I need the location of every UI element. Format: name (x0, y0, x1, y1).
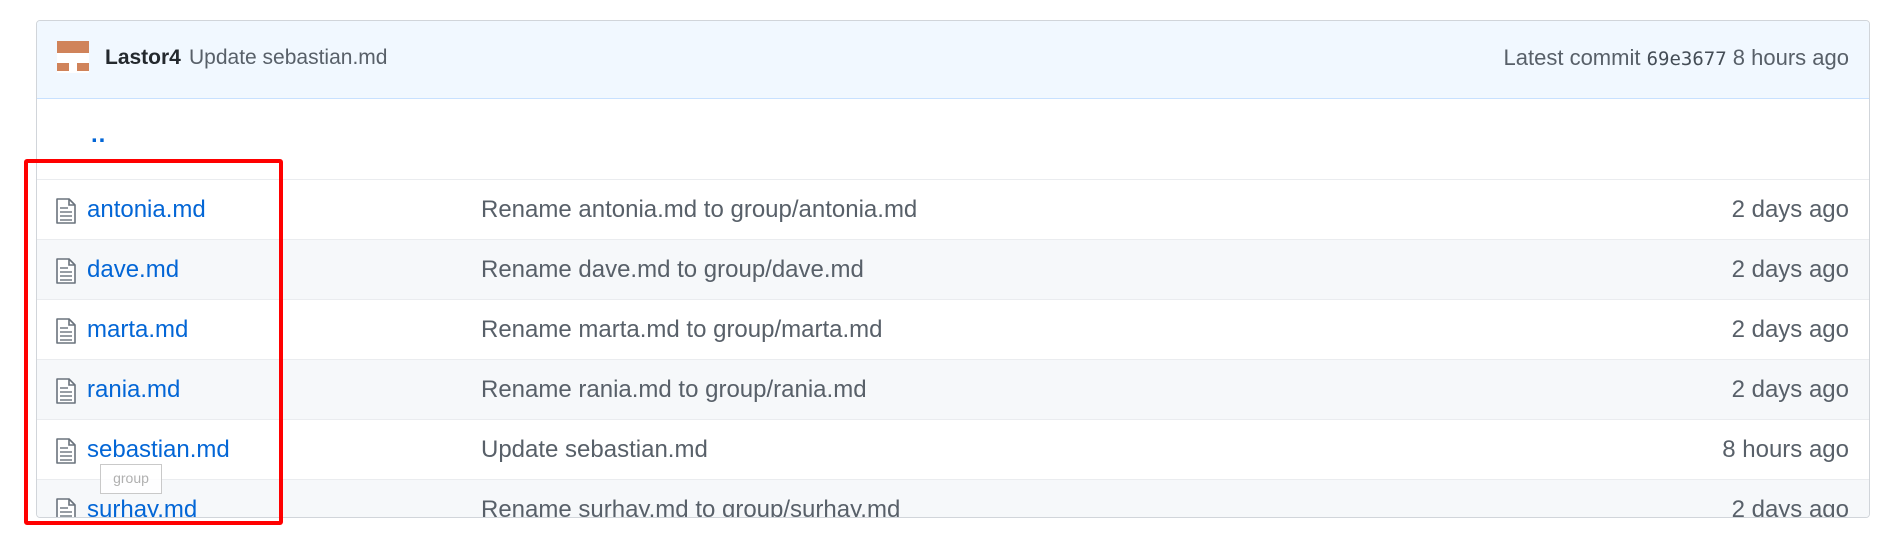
file-row: dave.md Rename dave.md to group/dave.md … (37, 239, 1869, 299)
file-row: antonia.md Rename antonia.md to group/an… (37, 179, 1869, 239)
file-name-link[interactable]: rania.md (87, 376, 180, 404)
file-icon (56, 198, 76, 224)
file-commit-message-link[interactable]: Update sebastian.md (481, 436, 708, 464)
file-icon (56, 258, 76, 284)
file-name-link[interactable]: antonia.md (87, 196, 206, 224)
parent-directory-row: .. (37, 99, 1869, 179)
latest-commit-bar: Lastor4 Update sebastian.md Latest commi… (37, 21, 1869, 99)
commit-sha-link[interactable]: 69e3677 (1647, 48, 1727, 70)
file-name-link[interactable]: dave.md (87, 256, 179, 284)
file-age: 8 hours ago (1722, 436, 1849, 463)
file-icon (56, 318, 76, 344)
commit-message-link[interactable]: Update sebastian.md (189, 45, 387, 71)
file-name-link[interactable]: marta.md (87, 316, 188, 344)
file-age: 2 days ago (1731, 256, 1849, 283)
latest-commit-info: Latest commit 69e3677 8 hours ago (1504, 45, 1849, 72)
file-row: marta.md Rename marta.md to group/marta.… (37, 299, 1869, 359)
file-row: rania.md Rename rania.md to group/rania.… (37, 359, 1869, 419)
commit-author-link[interactable]: Lastor4 (105, 45, 181, 71)
file-icon (56, 438, 76, 464)
file-name-link[interactable]: sebastian.md (87, 436, 230, 464)
drag-tooltip: group (100, 464, 162, 494)
file-icon (56, 498, 76, 517)
file-age: 2 days ago (1731, 376, 1849, 403)
commit-age: 8 hours ago (1732, 45, 1849, 70)
file-age: 2 days ago (1731, 196, 1849, 223)
parent-directory-link[interactable]: .. (91, 121, 106, 149)
file-row: sebastian.md Update sebastian.md 8 hours… (37, 419, 1869, 479)
file-row: surhay.md Rename surhay.md to group/surh… (37, 479, 1869, 518)
file-commit-message-link[interactable]: Rename dave.md to group/dave.md (481, 256, 864, 284)
file-age: 2 days ago (1731, 316, 1849, 343)
file-commit-message-link[interactable]: Rename antonia.md to group/antonia.md (481, 196, 917, 224)
author-avatar[interactable] (57, 41, 89, 73)
file-name-link[interactable]: surhay.md (87, 496, 197, 517)
file-commit-message-link[interactable]: Rename surhay.md to group/surhay.md (481, 496, 900, 517)
file-icon (56, 378, 76, 404)
file-commit-message-link[interactable]: Rename rania.md to group/rania.md (481, 376, 867, 404)
file-browser: Lastor4 Update sebastian.md Latest commi… (36, 20, 1870, 518)
latest-commit-label: Latest commit (1503, 45, 1641, 70)
file-commit-message-link[interactable]: Rename marta.md to group/marta.md (481, 316, 883, 344)
file-age: 2 days ago (1731, 496, 1849, 518)
